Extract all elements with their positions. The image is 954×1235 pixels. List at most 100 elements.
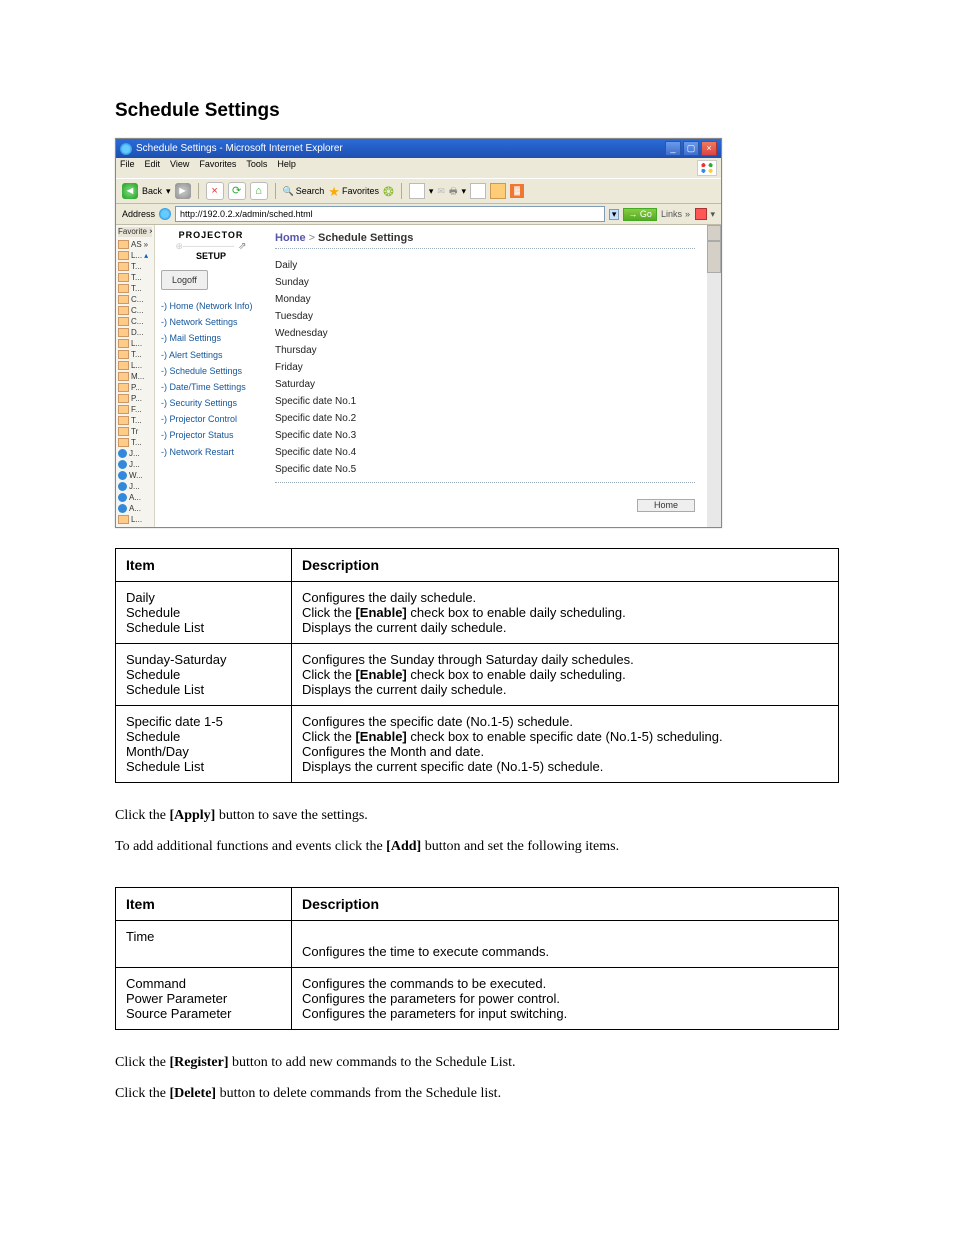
links-label[interactable]: Links » ▾ [661, 208, 715, 220]
minimize-button[interactable]: _ [665, 141, 681, 156]
nav-network-restart[interactable]: Network Restart [161, 444, 261, 460]
favorites-item[interactable]: AS » [118, 239, 152, 250]
browser-toolbar: ◄ Back▾ ► × ⟳ ⌂ 🔍Search ★Favorites ❂ ▾ ✉… [116, 178, 721, 204]
toolbar-separator [275, 183, 276, 199]
nav-datetime-settings[interactable]: Date/Time Settings [161, 379, 261, 395]
favorites-item[interactable]: T... [118, 437, 152, 448]
ie-icon [118, 449, 127, 458]
favorites-item[interactable]: T... [118, 283, 152, 294]
schedule-link-monday[interactable]: Monday [275, 291, 695, 308]
favorites-item[interactable]: A... [118, 503, 152, 514]
favorites-item[interactable]: A... [118, 492, 152, 503]
menu-tools[interactable]: Tools [246, 160, 267, 176]
schedule-link-saturday[interactable]: Saturday [275, 376, 695, 393]
maximize-button[interactable]: ▢ [683, 141, 699, 156]
nav-projector-status[interactable]: Projector Status [161, 427, 261, 443]
nav-alert-settings[interactable]: Alert Settings [161, 347, 261, 363]
home-button[interactable]: Home [637, 499, 695, 512]
scroll-thumb[interactable] [707, 241, 721, 273]
print-icon[interactable]: 🖶 [449, 187, 458, 196]
schedule-link-specific4[interactable]: Specific date No.4 [275, 444, 695, 461]
favorites-item[interactable]: L... ▴ [118, 250, 152, 261]
favorites-item[interactable]: W... [118, 470, 152, 481]
table-row: Time Configures the time to execute comm… [116, 921, 839, 968]
ie-icon [118, 471, 127, 480]
menu-view[interactable]: View [170, 160, 189, 176]
scrollbar[interactable] [707, 225, 721, 527]
nav-mail-settings[interactable]: Mail Settings [161, 330, 261, 346]
schedule-link-daily[interactable]: Daily [275, 257, 695, 274]
nav-security-settings[interactable]: Security Settings [161, 395, 261, 411]
go-button[interactable]: → Go [623, 208, 657, 221]
history-icon[interactable]: ❂ [383, 185, 394, 198]
browser-titlebar: Schedule Settings - Microsoft Internet E… [116, 139, 721, 158]
address-dropdown-icon[interactable]: ▾ [609, 209, 620, 220]
messenger-icon[interactable] [490, 183, 506, 199]
close-icon[interactable]: × [149, 227, 152, 236]
menu-favorites[interactable]: Favorites [199, 160, 236, 176]
favorites-item[interactable]: C... [118, 294, 152, 305]
toolbar-separator [198, 183, 199, 199]
favorites-item[interactable]: L... [118, 338, 152, 349]
favorites-item[interactable]: J... [118, 481, 152, 492]
schedule-link-specific2[interactable]: Specific date No.2 [275, 410, 695, 427]
nav-schedule-settings[interactable]: Schedule Settings [161, 363, 261, 379]
favorites-item[interactable]: L... [118, 514, 152, 525]
search-button[interactable]: 🔍Search [283, 187, 325, 196]
favorites-item[interactable]: T... [118, 349, 152, 360]
logoff-button[interactable]: Logoff [161, 270, 208, 290]
favorites-item[interactable]: J... [118, 459, 152, 470]
favorites-item[interactable]: F... [118, 404, 152, 415]
table-row: Sunday-Saturday Schedule Schedule List C… [116, 644, 839, 706]
schedule-link-specific3[interactable]: Specific date No.3 [275, 427, 695, 444]
favorites-item[interactable]: J... [118, 448, 152, 459]
menu-help[interactable]: Help [277, 160, 296, 176]
rss-icon[interactable]: ▓ [510, 184, 524, 198]
refresh-icon[interactable]: ⟳ [228, 182, 246, 200]
nav-projector-control[interactable]: Projector Control [161, 411, 261, 427]
favorites-item[interactable]: M... [118, 371, 152, 382]
stop-icon[interactable]: × [206, 182, 224, 200]
schedule-link-thursday[interactable]: Thursday [275, 342, 695, 359]
schedule-link-specific1[interactable]: Specific date No.1 [275, 393, 695, 410]
close-button[interactable]: × [701, 141, 717, 156]
folder-icon [118, 350, 129, 359]
menu-file[interactable]: File [120, 160, 135, 176]
nav-home[interactable]: Home (Network Info) [161, 298, 261, 314]
items-table-1: Item Description Daily Schedule Schedule… [115, 548, 839, 783]
schedule-link-specific5[interactable]: Specific date No.5 [275, 461, 695, 478]
favorites-item[interactable]: T... [118, 415, 152, 426]
favorites-item[interactable]: P... [118, 382, 152, 393]
schedule-link-friday[interactable]: Friday [275, 359, 695, 376]
folder-icon [118, 240, 129, 249]
cell-item: Command Power Parameter Source Parameter [116, 968, 292, 1030]
favorites-item[interactable]: P... [118, 393, 152, 404]
favorites-item[interactable]: C... [118, 305, 152, 316]
schedule-link-wednesday[interactable]: Wednesday [275, 325, 695, 342]
schedule-link-tuesday[interactable]: Tuesday [275, 308, 695, 325]
favorites-button[interactable]: ★Favorites [328, 185, 379, 198]
back-icon[interactable]: ◄ [122, 183, 138, 199]
favorites-item[interactable]: D... [118, 327, 152, 338]
star-icon: ★ [328, 185, 340, 198]
schedule-link-sunday[interactable]: Sunday [275, 274, 695, 291]
scroll-up-icon[interactable] [707, 225, 721, 241]
nav-network-settings[interactable]: Network Settings [161, 314, 261, 330]
favorites-item[interactable]: C... [118, 316, 152, 327]
back-dropdown-icon[interactable]: ▾ [166, 187, 171, 196]
edit-icon[interactable] [470, 183, 486, 199]
favorites-item[interactable]: T... [118, 272, 152, 283]
favorites-item[interactable]: Tr [118, 426, 152, 437]
mail-icon[interactable]: ✉ [437, 187, 445, 196]
forward-icon[interactable]: ► [175, 183, 191, 199]
address-input[interactable] [175, 206, 605, 222]
projector-nav: PROJECTOR ⊕────────⇗ SETUP Logoff Home (… [155, 225, 267, 527]
media-icon[interactable] [409, 183, 425, 199]
folder-icon [118, 438, 129, 447]
home-icon[interactable]: ⌂ [250, 182, 268, 200]
breadcrumb-home[interactable]: Home [275, 232, 306, 244]
back-label[interactable]: Back [142, 187, 162, 196]
favorites-item[interactable]: L... [118, 360, 152, 371]
menu-edit[interactable]: Edit [145, 160, 161, 176]
favorites-item[interactable]: T... [118, 261, 152, 272]
